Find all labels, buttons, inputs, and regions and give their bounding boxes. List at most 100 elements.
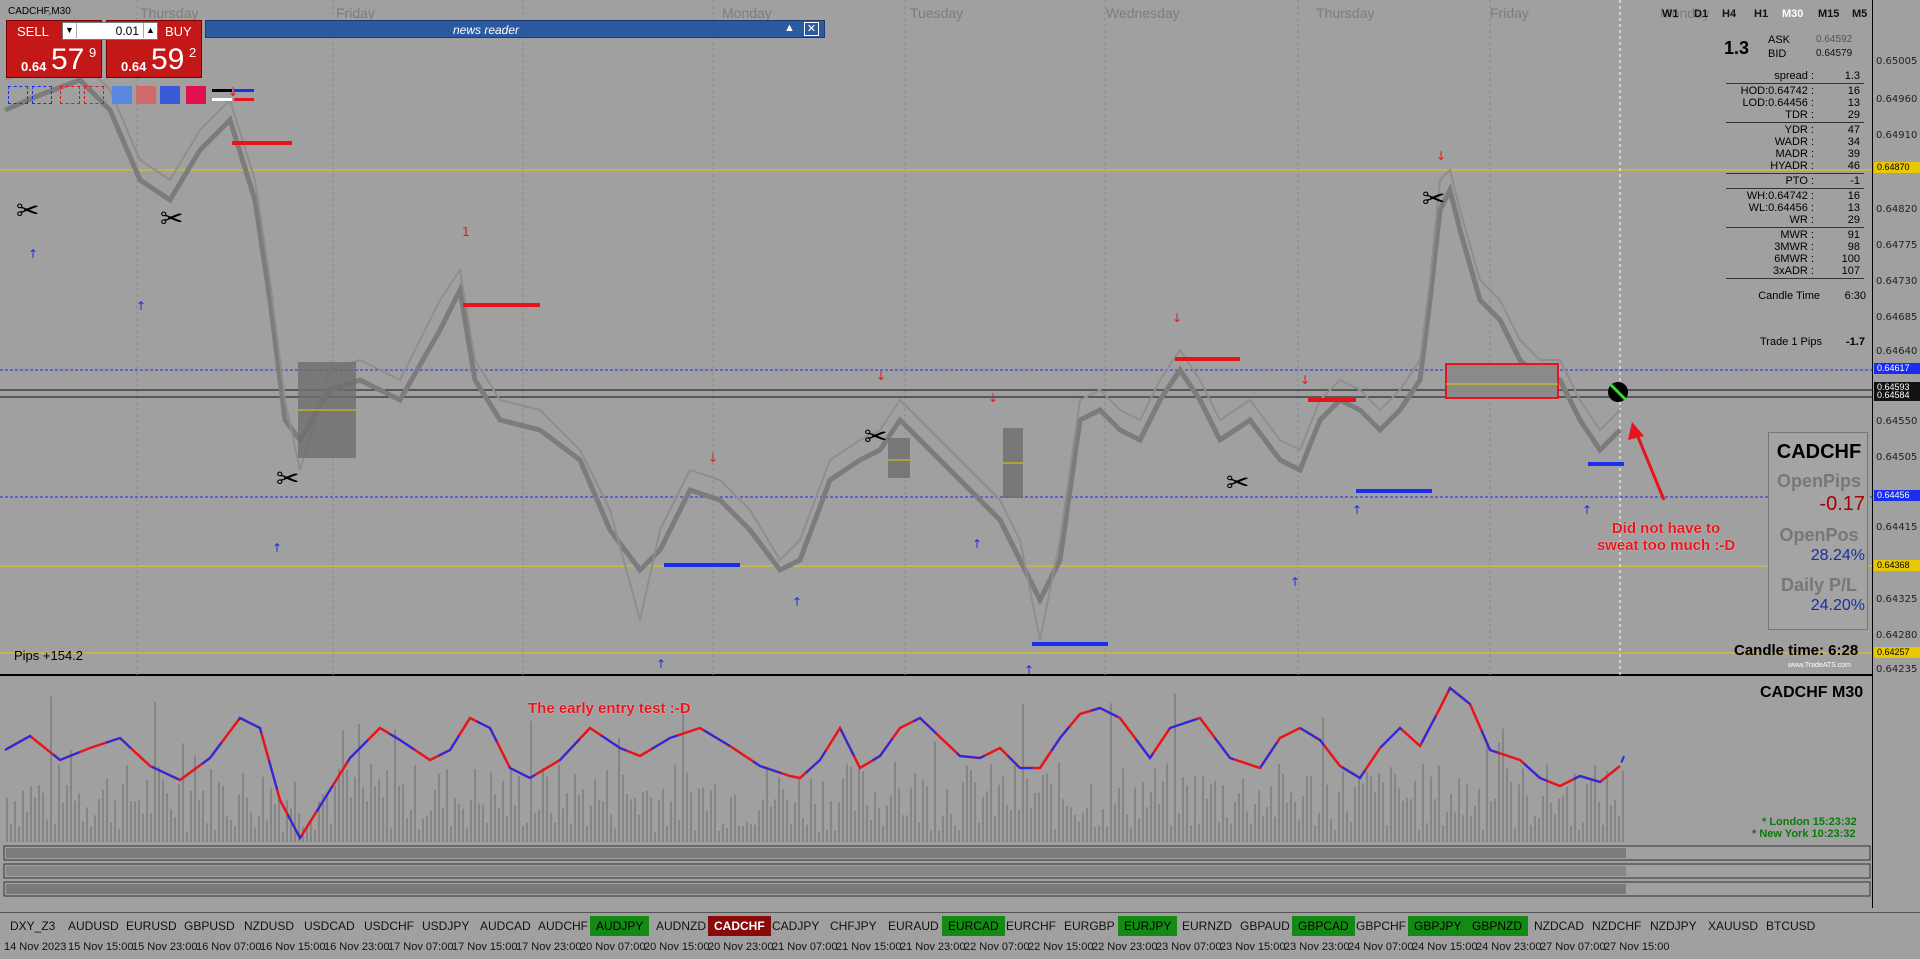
symbol-eurchf[interactable]: EURCHF (1000, 916, 1062, 936)
red-dashed-rect-icon[interactable] (84, 86, 104, 104)
horizontal-line-icon[interactable] (212, 89, 232, 101)
blue-dashed-rect-icon[interactable] (32, 86, 52, 104)
volume-bar (1410, 799, 1412, 842)
volume-bar (1454, 812, 1456, 842)
price-tick: 0.64910 (1876, 130, 1918, 141)
timeframe-m5[interactable]: M5 (1852, 8, 1867, 20)
news-reader-panel[interactable]: news reader ▲ ✕ (205, 20, 825, 38)
time-tick: 23 Nov 07:00 (1156, 941, 1222, 953)
volume-bar (230, 820, 232, 842)
volume-bar (922, 779, 924, 842)
volume-bar (706, 811, 708, 842)
volume-bar (786, 799, 788, 842)
symbol-chfjpy[interactable]: CHFJPY (824, 916, 883, 936)
oscillator-subwindow[interactable]: CADCHF M30 * London 15:23:32 * New York … (0, 678, 1920, 908)
symbol-eurgbp[interactable]: EURGBP (1058, 916, 1121, 936)
site-label: www.TradeATS.com (1788, 662, 1852, 669)
symbol-nzdusd[interactable]: NZDUSD (238, 916, 300, 936)
timeframe-h4[interactable]: H4 (1722, 8, 1736, 20)
symbol-eurnzd[interactable]: EURNZD (1176, 916, 1238, 936)
symbol-dxy_z3[interactable]: DXY_Z3 (4, 916, 61, 936)
volume-bar (1082, 812, 1084, 842)
blue-fill-rect-icon[interactable] (112, 86, 132, 104)
trend-line-icon[interactable] (234, 89, 254, 101)
volume-bar (698, 788, 700, 842)
price-axis[interactable]: 0.65005 0.64960 0.64910 0.64870 0.64820 0.647… (1872, 0, 1920, 908)
blue-dashed-rect-icon[interactable] (8, 86, 28, 104)
volume-bar (878, 807, 880, 842)
bid-value: 0.64579 (1816, 48, 1853, 59)
symbol-xauusd[interactable]: XAUUSD (1702, 916, 1764, 936)
symbol-btcusd[interactable]: BTCUSD (1760, 916, 1821, 936)
symbol-audcad[interactable]: AUDCAD (474, 916, 537, 936)
volume-bar (1598, 801, 1600, 842)
close-icon[interactable]: ✕ (804, 22, 819, 36)
market-info-panel: 1.3 ASK 0.64592 BID 0.64579 spread : 1.3 H… (1724, 28, 1870, 308)
lot-increase-button[interactable]: ▲ (143, 23, 157, 38)
volume-bar (1018, 809, 1020, 842)
symbol-gbpchf[interactable]: GBPCHF (1350, 916, 1412, 936)
timeframe-h1[interactable]: H1 (1754, 8, 1768, 20)
trading-terminal: ↓ 1 ↓ ↓ ↓ ↓ ↓ ↓ ↑ ↑ ↑ ↑ ↑ ↑ ↑ ↑ ↑ ↑ ✂ ✂ … (0, 0, 1920, 959)
volume-bar (562, 808, 564, 842)
svg-text:✂: ✂ (1226, 466, 1249, 499)
volume-bar (1570, 825, 1572, 842)
symbol-nzdcad[interactable]: NZDCAD (1528, 916, 1590, 936)
sweat-annotation: Did not have to sweat too much :-D (1576, 520, 1756, 554)
position-stats-box: CADCHF OpenPips -0.17 OpenPos 28.24% Dai… (1768, 432, 1868, 630)
symbol-usdchf[interactable]: USDCHF (358, 916, 420, 936)
volume-bar (334, 785, 336, 842)
red-fill-rect-icon[interactable] (136, 86, 156, 104)
volume-bar (998, 784, 1000, 842)
volume-bar (38, 784, 40, 842)
symbol-euraud[interactable]: EURAUD (882, 916, 945, 936)
volume-bar (102, 789, 104, 842)
symbol-nzdjpy[interactable]: NZDJPY (1644, 916, 1703, 936)
info-row: WADR : 34 (1724, 136, 1864, 148)
symbol-gbpaud[interactable]: GBPAUD (1234, 916, 1296, 936)
volume-bar (542, 767, 544, 842)
minimize-icon[interactable]: ▲ (784, 22, 795, 34)
volume-bar (758, 810, 760, 842)
symbol-cadchf[interactable]: CADCHF (708, 916, 771, 936)
volume-bar (378, 779, 380, 842)
timeframe-d1[interactable]: D1 (1694, 8, 1708, 20)
symbol-gbpusd[interactable]: GBPUSD (178, 916, 241, 936)
symbol-audnzd[interactable]: AUDNZD (650, 916, 712, 936)
red-solid-rect-icon[interactable] (186, 86, 206, 104)
symbol-eurcad[interactable]: EURCAD (942, 916, 1005, 936)
candlestick-plot[interactable]: ↓ 1 ↓ ↓ ↓ ↓ ↓ ↓ ↑ ↑ ↑ ↑ ↑ ↑ ↑ ↑ ↑ ↑ ✂ ✂ … (0, 0, 1872, 676)
volume-bar (1522, 767, 1524, 842)
symbol-nzdchf[interactable]: NZDCHF (1586, 916, 1647, 936)
volume-bar (678, 820, 680, 842)
symbol-usdcad[interactable]: USDCAD (298, 916, 361, 936)
early-entry-annotation: The early entry test :-D (528, 700, 691, 717)
volume-bar (442, 807, 444, 842)
symbol-gbpcad[interactable]: GBPCAD (1292, 916, 1355, 936)
volume-bar (78, 793, 80, 842)
timeframe-m15[interactable]: M15 (1818, 8, 1839, 20)
symbol-usdjpy[interactable]: USDJPY (416, 916, 475, 936)
symbol-cadjpy[interactable]: CADJPY (766, 916, 825, 936)
symbol-audchf[interactable]: AUDCHF (532, 916, 594, 936)
red-dashed-rect-icon[interactable] (60, 86, 80, 104)
symbol-eurusd[interactable]: EURUSD (120, 916, 183, 936)
symbol-audusd[interactable]: AUDUSD (62, 916, 125, 936)
blue-solid-rect-icon[interactable] (160, 86, 180, 104)
volume-bar (978, 822, 980, 842)
timeframe-w1[interactable]: W1 (1662, 8, 1679, 20)
symbol-gbpnzd[interactable]: GBPNZD (1466, 916, 1529, 936)
symbol-gbpjpy[interactable]: GBPJPY (1408, 916, 1468, 936)
volume-bar (430, 810, 432, 842)
main-price-chart[interactable]: ↓ 1 ↓ ↓ ↓ ↓ ↓ ↓ ↑ ↑ ↑ ↑ ↑ ↑ ↑ ↑ ↑ ↑ ✂ ✂ … (0, 0, 1920, 676)
volume-bar (822, 781, 824, 842)
lot-decrease-button[interactable]: ▼ (63, 23, 77, 38)
info-row-value: 13 (1847, 97, 1860, 109)
day-label: Monday (722, 5, 772, 21)
volume-bar (806, 824, 808, 842)
price-tick: 0.64325 (1876, 594, 1918, 605)
volume-bar (870, 820, 872, 842)
symbol-eurjpy[interactable]: EURJPY (1118, 916, 1178, 936)
timeframe-m30[interactable]: M30 (1782, 8, 1803, 20)
symbol-audjpy[interactable]: AUDJPY (590, 916, 650, 936)
